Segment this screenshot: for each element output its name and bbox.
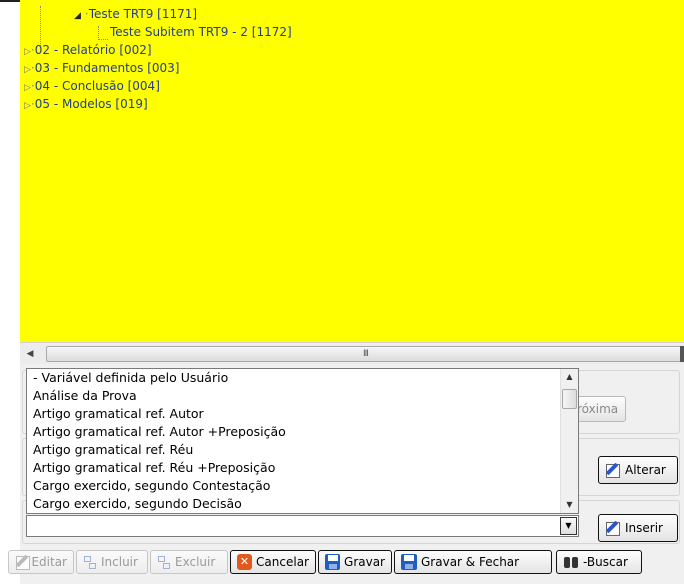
variable-dropdown-list[interactable]: - Variável definida pelo Usuário Análise… [26,368,579,514]
binoculars-icon [563,555,579,569]
add-node-icon [83,555,97,569]
tree-node-teste-subitem[interactable]: Teste Subitem TRT9 - 2 [1172] [110,23,292,41]
list-scrollbar-thumb[interactable] [562,389,577,409]
tree-node-label: Teste TRT9 [1171] [88,7,198,21]
remove-node-icon [157,555,171,569]
tree-node-label: 05 - Modelos [019] [34,97,148,111]
tree-node-conclusao[interactable]: ▷·04 - Conclusão [004] [24,77,160,95]
tree-guide-elbow [98,26,108,40]
variable-combobox[interactable]: ▼ [26,515,579,537]
list-item[interactable]: - Variável definida pelo Usuário [27,369,578,387]
scrollbar-thumb[interactable]: III [46,346,684,362]
save-disk-icon [401,554,417,570]
list-item[interactable]: Artigo gramatical ref. Réu +Preposição [27,459,578,477]
alterar-label: Alterar [625,463,666,477]
list-item[interactable]: Cargo exercido, segundo Decisão [27,495,578,513]
cancel-x-icon: ✕ [237,554,253,570]
tree-node-teste-trt9[interactable]: ◢ ·Teste TRT9 [1171] [74,5,197,23]
buscar-label: -Buscar [583,555,628,569]
scroll-left-icon[interactable]: ◀ [22,346,38,362]
dropdown-arrow-icon[interactable]: ▼ [560,517,577,535]
incluir-label: Incluir [101,555,138,569]
excluir-button[interactable]: Excluir [150,550,228,574]
collapsed-arrow-icon[interactable]: ▷ [24,65,31,75]
collapsed-arrow-icon[interactable]: ▷ [24,47,31,57]
alterar-button[interactable]: Alterar [598,456,678,484]
edit-pencil-icon [605,520,621,536]
scrollbar-grip-icon: III [363,349,369,359]
tree-node-modelos[interactable]: ▷·05 - Modelos [019] [24,95,148,113]
gravar-fechar-button[interactable]: Gravar & Fechar [394,550,552,574]
tree-node-relatorio[interactable]: ▷·02 - Relatório [002] [24,41,152,59]
edit-pencil-icon [15,554,31,570]
buscar-button[interactable]: -Buscar [556,550,642,574]
left-edge [0,0,20,584]
top-edge-rule [0,0,20,2]
editar-label: Editar [31,555,67,569]
collapsed-arrow-icon[interactable]: ▷ [24,101,31,111]
next-button-label: róxima [577,402,619,416]
tree-node-label: 04 - Conclusão [004] [34,79,160,93]
tree-panel[interactable]: ◢ ·Teste TRT9 [1171] Teste Subitem TRT9 -… [20,0,684,342]
gravar-button[interactable]: Gravar [318,550,392,574]
cancelar-button[interactable]: ✕ Cancelar [230,550,316,574]
excluir-label: Excluir [175,555,216,569]
tree-node-label: Teste Subitem TRT9 - 2 [1172] [110,25,292,39]
form-area: róxima Alterar Inserir ▼ - Variável defi… [8,364,684,584]
inserir-label: Inserir [625,521,663,535]
list-item[interactable]: Artigo gramatical ref. Autor +Preposição [27,423,578,441]
expanded-arrow-icon[interactable]: ◢ [74,11,81,21]
editar-button[interactable]: Editar [8,550,74,574]
list-item[interactable]: Artigo gramatical ref. Autor [27,405,578,423]
inserir-button[interactable]: Inserir [598,514,678,542]
tree-node-label: 03 - Fundamentos [003] [34,61,180,75]
tree-node-fundamentos[interactable]: ▷·03 - Fundamentos [003] [24,59,179,77]
collapsed-arrow-icon[interactable]: ▷ [24,83,31,93]
list-item[interactable]: Análise da Prova [27,387,578,405]
edit-pencil-icon [605,462,621,478]
scroll-right-edge[interactable] [680,346,684,362]
bottom-toolbar: Editar Incluir Excluir ✕ Cancelar Gravar… [8,547,684,577]
incluir-button[interactable]: Incluir [76,550,148,574]
save-disk-icon [325,554,341,570]
list-item[interactable]: Cargo exercido, segundo Contestação [27,477,578,495]
scroll-up-icon[interactable]: ▲ [561,369,578,385]
tree-node-label: 02 - Relatório [002] [34,43,152,57]
list-vertical-scrollbar[interactable]: ▲ ▼ [560,369,578,513]
list-item[interactable]: Artigo gramatical ref. Réu [27,441,578,459]
horizontal-scrollbar[interactable]: ◀ III [20,342,684,364]
gravar-fechar-label: Gravar & Fechar [421,555,520,569]
scroll-down-icon[interactable]: ▼ [561,497,578,513]
tree-guide-line [40,6,41,46]
gravar-label: Gravar [344,555,385,569]
cancelar-label: Cancelar [256,555,309,569]
